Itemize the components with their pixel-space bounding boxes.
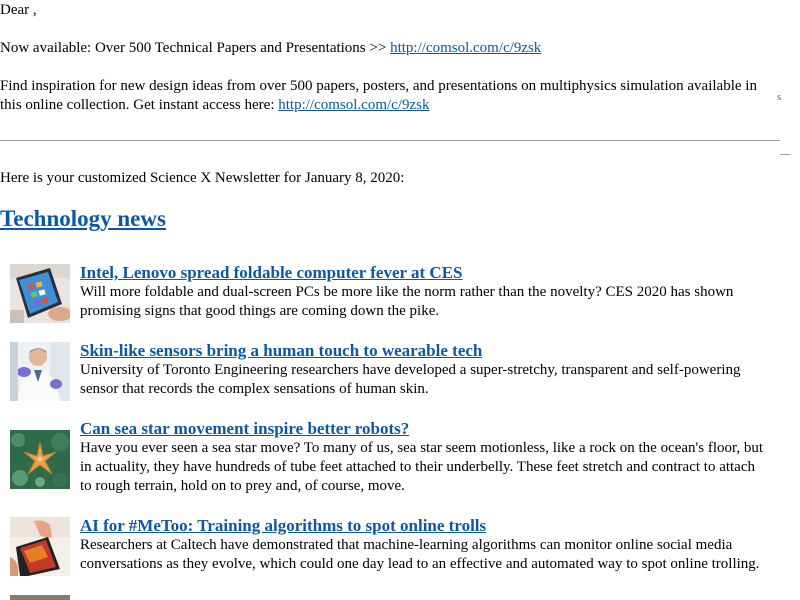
article-summary: Will more foldable and dual-screen PCs b… bbox=[80, 284, 734, 319]
promo-link[interactable]: http://comsol.com/c/9zsk bbox=[390, 40, 541, 56]
article-body: AI for #MeToo: Training algorithms to sp… bbox=[80, 516, 770, 574]
foldable-laptop-thumbnail[interactable] bbox=[10, 264, 70, 323]
article-body-partial bbox=[80, 594, 770, 600]
article-summary: Have you ever seen a sea star move? To m… bbox=[80, 440, 764, 494]
researcher-thumbnail[interactable] bbox=[10, 342, 70, 401]
article-body: Can sea star movement inspire better rob… bbox=[80, 419, 770, 496]
article-summary: Researchers at Caltech have demonstrated… bbox=[80, 537, 760, 572]
article-summary: University of Toronto Engineering resear… bbox=[80, 362, 741, 397]
greeting-text: Dear , bbox=[0, 2, 37, 18]
article-title-link[interactable]: Intel, Lenovo spread foldable computer f… bbox=[80, 263, 770, 283]
promo-text: Now available: Over 500 Technical Papers… bbox=[0, 40, 391, 56]
article-body: Skin-like sensors bring a human touch to… bbox=[80, 341, 770, 399]
sea-star-thumbnail[interactable] bbox=[10, 430, 70, 489]
stray-mark: s bbox=[777, 91, 782, 103]
article-title-link[interactable]: Can sea star movement inspire better rob… bbox=[80, 419, 770, 439]
article-title-link[interactable]: Skin-like sensors bring a human touch to… bbox=[80, 341, 770, 361]
stray-dash bbox=[780, 154, 790, 155]
promo-paragraph: Now available: Over 500 Technical Papers… bbox=[0, 39, 780, 58]
partial-thumbnail[interactable] bbox=[10, 595, 70, 600]
section-title-technology-news[interactable]: Technology news bbox=[0, 204, 166, 234]
newsletter-intro: Here is your customized Science X Newsle… bbox=[0, 170, 405, 186]
article-title-link[interactable]: AI for #MeToo: Training algorithms to sp… bbox=[80, 516, 770, 536]
inspire-paragraph: Find inspiration for new design ideas fr… bbox=[0, 77, 775, 115]
inspire-link[interactable]: http://comsol.com/c/9zsk bbox=[278, 97, 429, 113]
partial-title-link[interactable] bbox=[80, 594, 500, 600]
smartphone-hand-thumbnail[interactable] bbox=[10, 517, 70, 576]
article-body: Intel, Lenovo spread foldable computer f… bbox=[80, 263, 770, 321]
divider bbox=[0, 140, 780, 141]
